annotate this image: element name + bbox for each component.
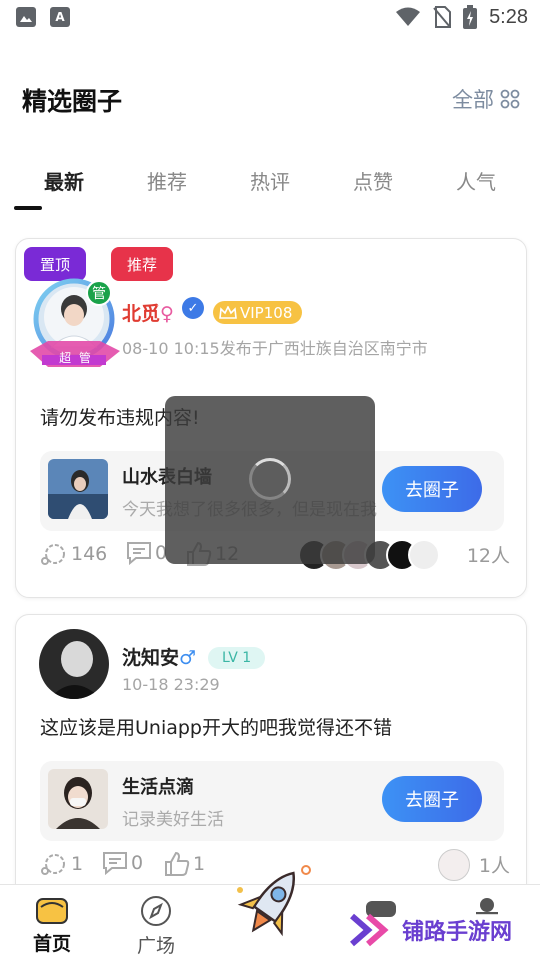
participant-avatars [438, 849, 470, 881]
comment-stat[interactable]: 146 [40, 541, 107, 567]
comment-icon [41, 544, 65, 565]
circle-thumbnail [48, 769, 108, 829]
message-stat[interactable]: 0 [102, 851, 143, 875]
comment-stat[interactable]: 1 [40, 851, 83, 877]
page-title: 精选圈子 [22, 87, 123, 116]
nav-home[interactable]: 首页 [17, 895, 87, 956]
tab-hot-comments[interactable]: 热评 [250, 166, 290, 195]
pinned-tag: 置顶 [24, 247, 87, 281]
tab-likes[interactable]: 点赞 [353, 166, 393, 195]
message-stat[interactable]: 0 [126, 541, 167, 565]
message-icon [103, 852, 127, 875]
wifi-icon [396, 7, 421, 26]
nav-home-label: 首页 [32, 933, 71, 955]
user-avatar[interactable] [39, 629, 109, 699]
like-stat[interactable]: 1 [164, 851, 205, 877]
circle-card[interactable]: 生活点滴 记录美好生活 去圈子 [40, 761, 504, 841]
people-count: 12人 [466, 545, 510, 567]
people-count: 1人 [478, 855, 510, 877]
username: 沈知安 [122, 647, 180, 669]
compass-icon [141, 896, 171, 926]
nav-square[interactable]: 广场 [121, 895, 191, 958]
tab-recommended[interactable]: 推荐 [147, 166, 187, 195]
recommended-tag: 推荐 [111, 247, 174, 281]
status-time: 5:28 [489, 5, 528, 28]
loading-overlay [165, 396, 375, 564]
rocket-publish-button[interactable] [226, 860, 316, 950]
tab-popular[interactable]: 人气 [456, 166, 496, 195]
status-bar: A 5:28 [0, 0, 540, 36]
tab-latest[interactable]: 最新 [44, 166, 84, 195]
grid-icon [500, 89, 520, 109]
loading-spinner-icon [249, 458, 291, 500]
comment-icon [41, 854, 65, 875]
vip-label: VIP108 [240, 303, 293, 322]
tab-active-indicator [14, 206, 42, 210]
watermark-text: 铺路手游网 [402, 914, 513, 946]
level-badge: LV 1 [208, 647, 266, 669]
circle-desc: 记录美好生活 [122, 810, 224, 830]
message-icon [127, 542, 151, 565]
message-count: 0 [131, 852, 144, 874]
post-meta: 08-10 10:15发布于广西壮族自治区南宁市 [122, 339, 428, 358]
watermark-logo-icon [350, 913, 389, 947]
post-content: 这应该是用Uniapp开大的吧我觉得还不错 [40, 717, 392, 739]
go-circle-button[interactable]: 去圈子 [382, 466, 482, 512]
comment-count: 1 [71, 853, 84, 875]
avatar-frame[interactable]: 管 超 管 [24, 277, 126, 373]
all-label: 全部 [452, 88, 494, 112]
comment-count: 146 [71, 543, 108, 565]
crown-icon [219, 305, 237, 319]
participant-avatar [438, 849, 470, 881]
like-count: 1 [193, 853, 206, 875]
female-icon: ♀ [160, 303, 174, 325]
circle-thumbnail [48, 459, 108, 519]
no-sim-icon [433, 6, 452, 28]
verified-icon: ✓ [182, 297, 204, 319]
home-icon [36, 898, 68, 924]
male-icon: ♂ [179, 647, 197, 669]
super-admin-ribbon: 超 管 [59, 351, 93, 365]
nav-square-label: 广场 [136, 935, 175, 957]
post-author[interactable]: 北觅♀ [122, 299, 174, 326]
vip-badge: VIP108 [213, 301, 303, 324]
watermark: 铺路手游网 [350, 912, 513, 948]
thumbs-up-icon [165, 851, 190, 876]
participant-avatar [408, 539, 440, 571]
battery-icon [463, 5, 478, 29]
post-author[interactable]: 沈知安♂ [122, 643, 196, 670]
tab-bar: 最新 推荐 热评 点赞 人气 [0, 160, 540, 210]
go-circle-button[interactable]: 去圈子 [382, 776, 482, 822]
text-icon: A [50, 7, 70, 27]
gallery-icon [16, 7, 36, 27]
username: 北觅 [122, 303, 161, 325]
admin-badge: 管 [86, 280, 112, 306]
circle-name: 生活点滴 [122, 777, 194, 798]
post-meta: 10-18 23:29 [122, 675, 220, 694]
all-circles-link[interactable]: 全部 [452, 84, 520, 114]
